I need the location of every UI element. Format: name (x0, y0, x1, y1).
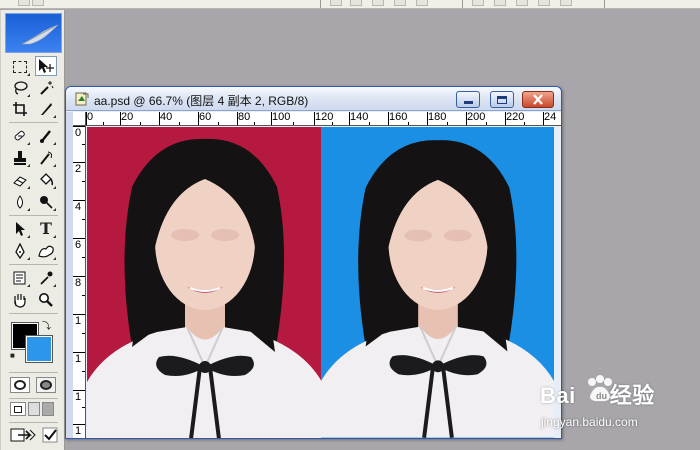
checkmark-icon[interactable] (39, 425, 61, 445)
magic-wand-icon[interactable] (35, 78, 57, 98)
jump-to-imageready-icon[interactable] (9, 425, 37, 445)
options-bar-button[interactable] (32, 0, 44, 6)
watermark-logo-left: Bai (540, 383, 576, 408)
toolbox-divider (9, 122, 58, 123)
standard-mode-button[interactable] (10, 377, 30, 393)
options-bar-button[interactable] (18, 0, 30, 6)
clone-stamp-icon[interactable] (9, 148, 31, 168)
zoom-tool-icon[interactable] (35, 290, 57, 310)
marquee-tool-icon[interactable] (9, 57, 31, 77)
swap-colors-icon[interactable]: ⤵ (42, 319, 51, 332)
options-bar-button[interactable] (416, 0, 428, 6)
move-tool-icon[interactable] (35, 56, 57, 76)
options-bar-button[interactable] (494, 0, 506, 6)
brush-tool-icon[interactable] (35, 126, 57, 146)
options-bar-button[interactable] (350, 0, 362, 6)
psd-file-icon (75, 92, 89, 106)
options-divider (604, 0, 605, 8)
toolbox-divider (9, 372, 58, 373)
screen-mode-full-menu-button[interactable] (28, 402, 40, 416)
baidu-paw-icon: du (588, 375, 612, 402)
options-bar-button[interactable] (516, 0, 528, 6)
toolbox-divider (9, 215, 58, 216)
default-colors-icon[interactable]: ■ (10, 351, 15, 360)
dodge-tool-icon[interactable] (35, 192, 57, 212)
options-bar-button[interactable] (330, 0, 342, 6)
hand-tool-icon[interactable] (9, 290, 31, 310)
minimize-icon (463, 101, 473, 104)
close-button[interactable] (522, 91, 554, 108)
horizontal-ruler[interactable]: 0 20 40 60 80 100 120 140 160 180 200 22… (86, 112, 561, 126)
document-title: aa.psd @ 66.7% (图层 4 副本 2, RGB/8) (94, 94, 309, 108)
svg-text:du: du (596, 391, 607, 401)
minimize-button[interactable] (456, 91, 480, 108)
lasso-tool-icon[interactable] (9, 78, 31, 98)
toolbox-divider (9, 398, 58, 399)
watermark-url: jingyan.baidu.com (541, 415, 638, 429)
options-bar-button[interactable] (372, 0, 384, 6)
toolbox-divider (9, 264, 58, 265)
restore-icon (497, 95, 507, 104)
toolbox-header[interactable] (5, 13, 62, 53)
options-bar-button[interactable] (394, 0, 406, 6)
document-window: aa.psd @ 66.7% (图层 4 副本 2, RGB/8) 0 20 4… (65, 86, 562, 439)
eraser-tool-icon[interactable] (9, 170, 31, 190)
paint-bucket-icon[interactable] (35, 170, 57, 190)
portrait-red-background (87, 127, 322, 438)
horizontal-ruler-ticks (86, 112, 544, 125)
options-bar-button[interactable] (560, 0, 572, 6)
healing-brush-icon[interactable] (9, 126, 31, 146)
document-title-bar[interactable]: aa.psd @ 66.7% (图层 4 副本 2, RGB/8) (66, 87, 561, 111)
feather-icon (21, 24, 59, 45)
background-color-swatch[interactable] (25, 335, 53, 363)
options-bar (0, 0, 700, 9)
custom-shape-icon[interactable] (35, 241, 57, 261)
type-tool-icon[interactable]: T (35, 219, 57, 239)
blur-tool-icon[interactable] (9, 192, 31, 212)
pen-tool-icon[interactable] (9, 241, 31, 261)
path-selection-icon[interactable] (9, 219, 31, 239)
vertical-ruler[interactable]: 0 2 4 6 8 1 1 1 1 (73, 126, 86, 438)
screen-mode-standard-button[interactable] (10, 402, 26, 416)
notes-tool-icon[interactable] (9, 268, 31, 288)
toolbox: T ⤵ ■ (0, 10, 65, 450)
quick-mask-mode-button[interactable] (36, 377, 56, 393)
portrait-photo (87, 138, 322, 438)
crop-tool-icon[interactable] (9, 99, 31, 119)
eyedropper-icon[interactable] (35, 268, 57, 288)
toolbox-divider (9, 422, 58, 423)
portrait-photo (321, 140, 554, 438)
toolbox-divider (9, 313, 58, 314)
window-frame-left (66, 112, 73, 438)
image-canvas[interactable] (87, 127, 554, 438)
restore-button[interactable] (490, 91, 514, 108)
vertical-ruler-ticks (73, 126, 85, 425)
portrait-blue-background (321, 127, 554, 438)
options-bar-button[interactable] (472, 0, 484, 6)
history-brush-icon[interactable] (35, 148, 57, 168)
options-divider (462, 0, 463, 8)
options-divider (320, 0, 321, 8)
close-icon (533, 94, 543, 105)
options-bar-button[interactable] (538, 0, 550, 6)
slice-tool-icon[interactable] (35, 99, 57, 119)
watermark-logo-right: 经验 (609, 383, 655, 408)
screen-mode-full-button[interactable] (42, 402, 54, 416)
ruler-origin[interactable] (73, 112, 86, 126)
